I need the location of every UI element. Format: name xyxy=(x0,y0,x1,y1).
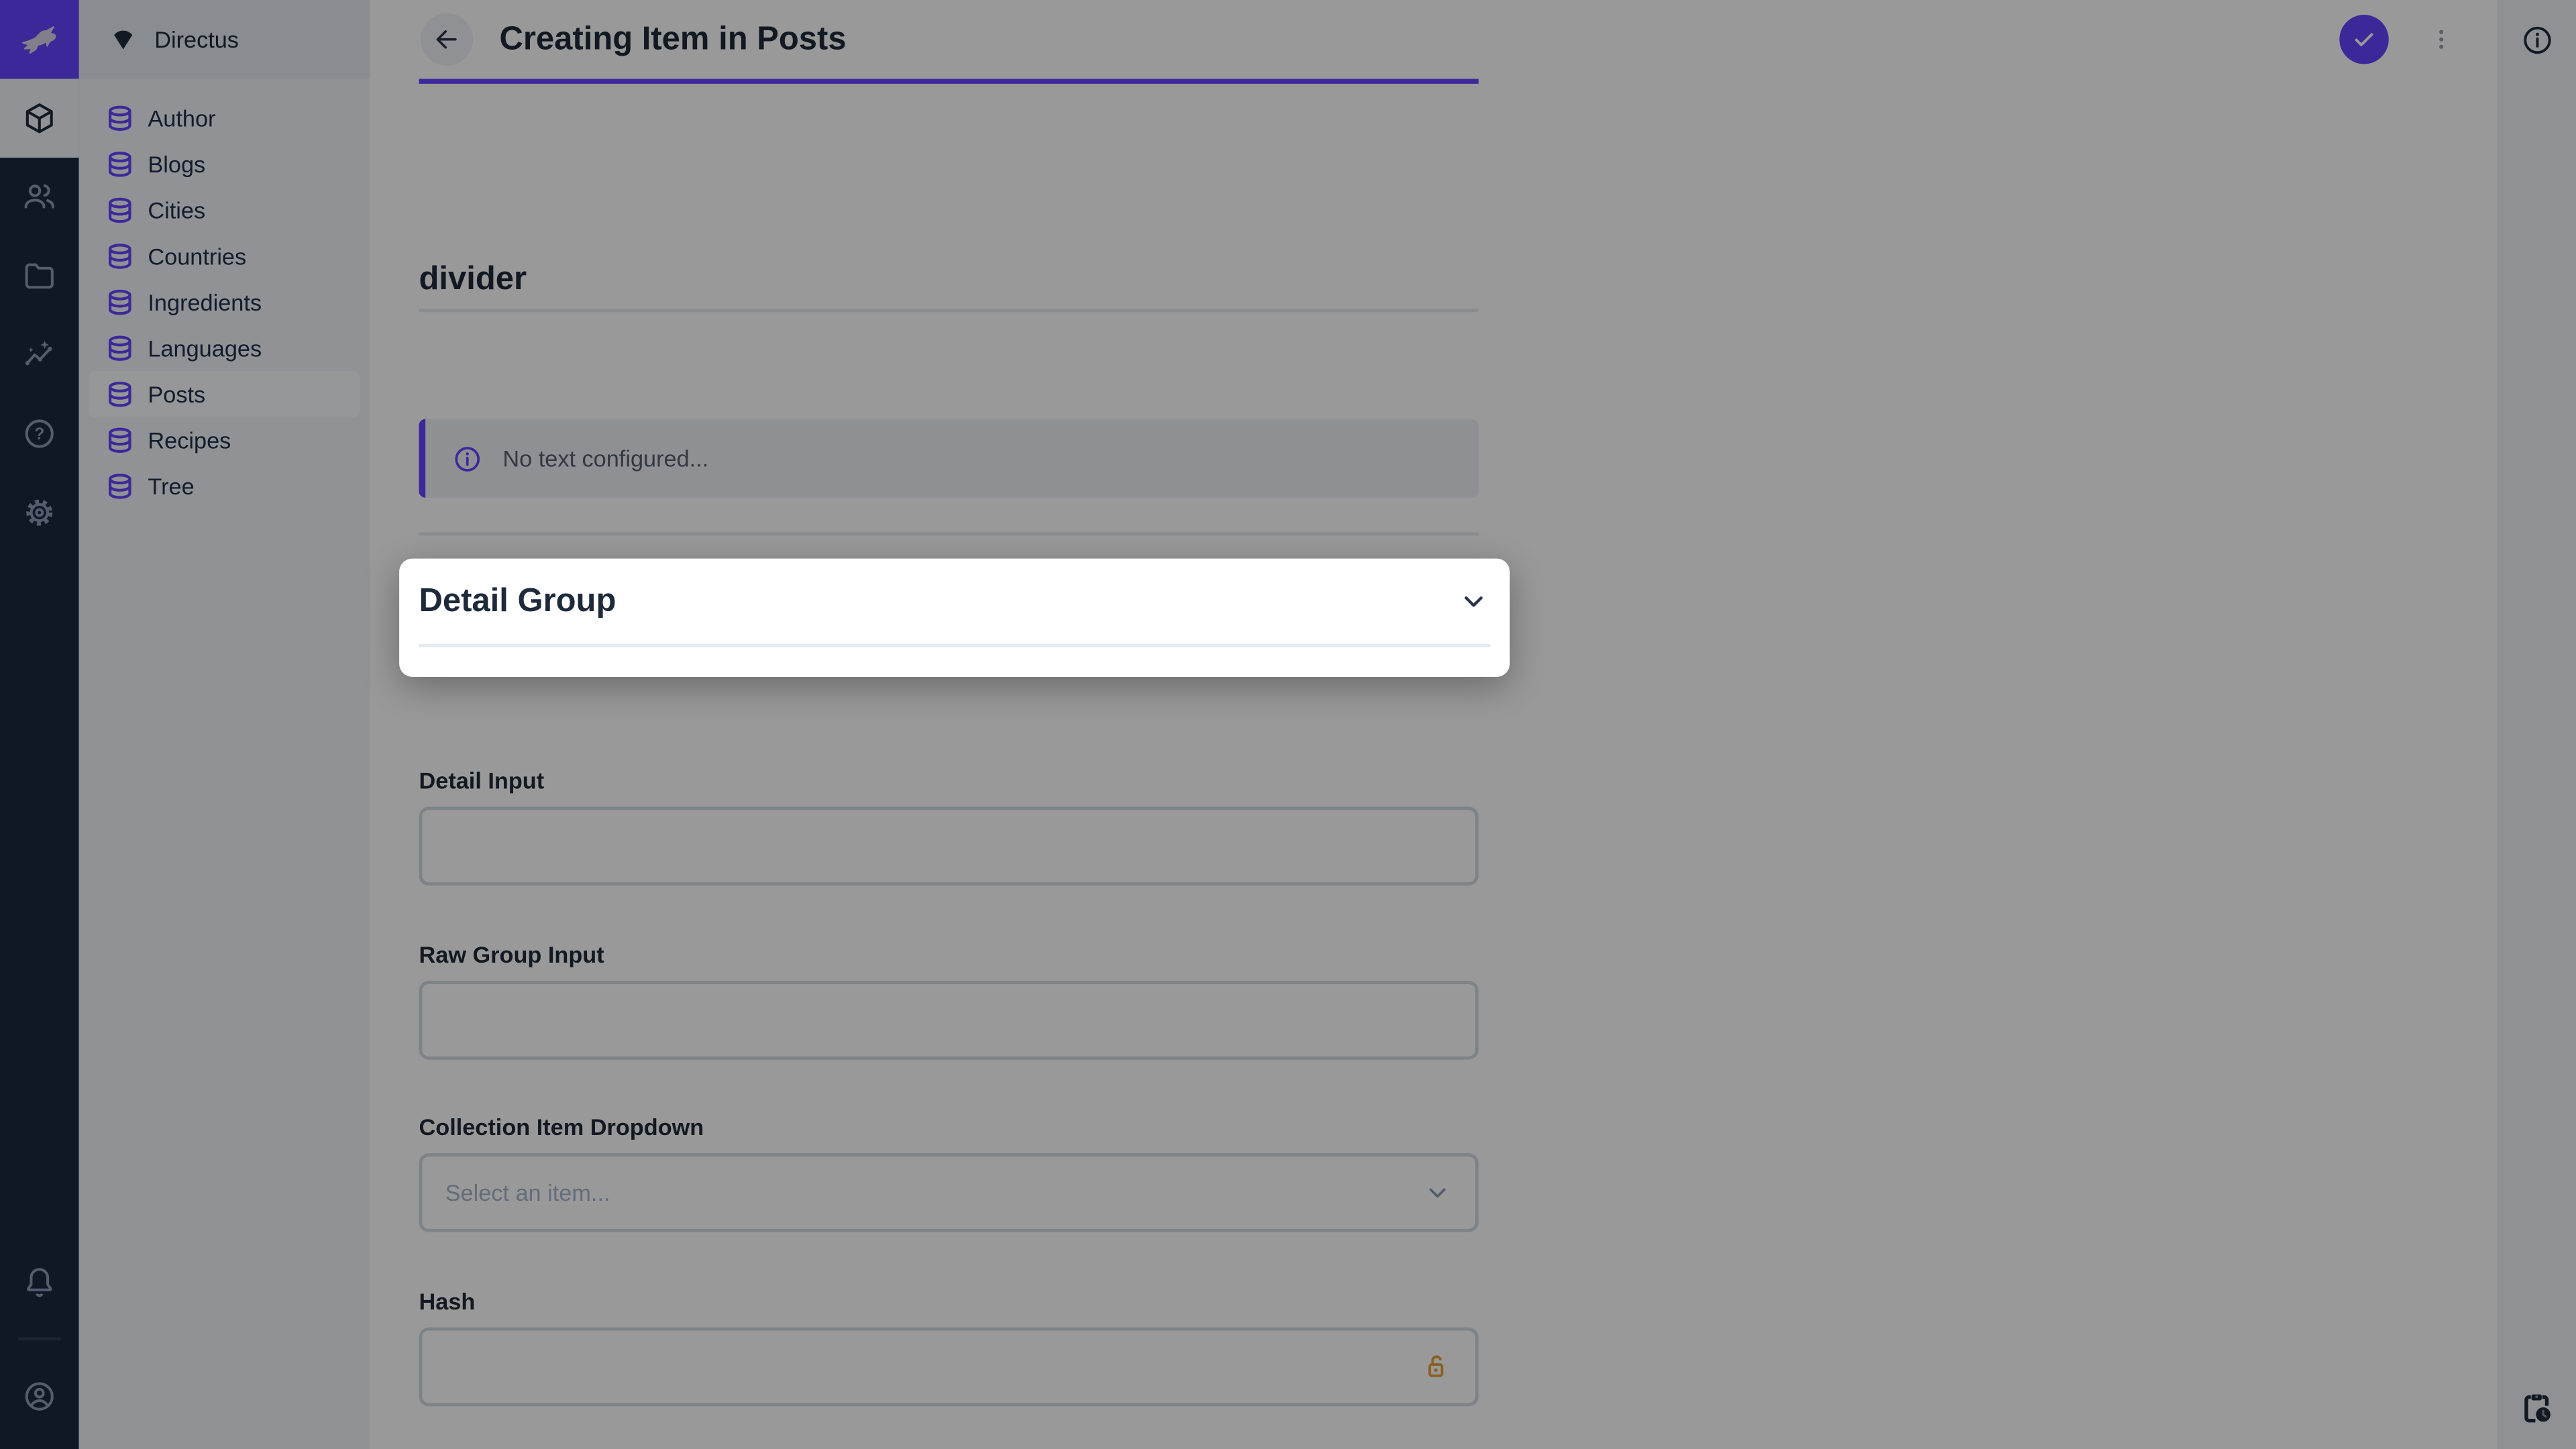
dim-overlay xyxy=(0,0,2576,1449)
chevron-down-icon xyxy=(1457,585,1490,618)
detail-group-rule xyxy=(419,644,1490,647)
detail-group-card: Detail Group xyxy=(399,559,1510,677)
app-window: ? Directus xyxy=(0,0,2576,1449)
detail-group-title: Detail Group xyxy=(419,582,616,620)
detail-group-header[interactable]: Detail Group xyxy=(419,559,1490,644)
